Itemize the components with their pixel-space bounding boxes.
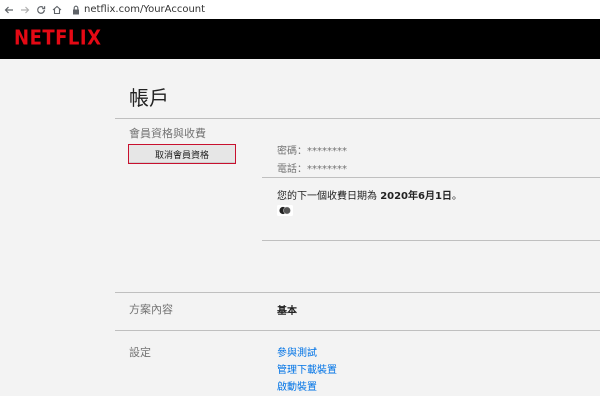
billing-prefix: 您的下一個收費日期為 bbox=[277, 191, 381, 202]
divider-card bbox=[262, 240, 600, 241]
divider-plan bbox=[115, 292, 600, 293]
site-header: NETFLIX bbox=[0, 19, 600, 59]
password-line: 密碼：******** bbox=[277, 146, 347, 157]
membership-section-label: 會員資格與收費 bbox=[129, 127, 206, 140]
address-bar[interactable]: netflix.com/YourAccount bbox=[72, 2, 205, 17]
plan-section-label: 方案內容 bbox=[129, 303, 173, 316]
cancel-membership-button[interactable]: 取消會員資格 bbox=[128, 144, 236, 164]
back-icon[interactable] bbox=[2, 3, 16, 17]
mastercard-icon bbox=[277, 205, 293, 216]
reload-icon[interactable] bbox=[34, 3, 48, 17]
netflix-logo[interactable]: NETFLIX bbox=[14, 26, 101, 50]
phone-line: 電話：******** bbox=[277, 164, 347, 175]
url-text: netflix.com/YourAccount bbox=[84, 4, 206, 15]
plan-value: 基本 bbox=[277, 306, 297, 317]
home-icon[interactable] bbox=[50, 3, 64, 17]
billing-date: 2020年6月1日 bbox=[380, 191, 452, 202]
next-billing-text: 您的下一個收費日期為 2020年6月1日。 bbox=[277, 187, 462, 202]
billing-suffix: 。 bbox=[451, 191, 462, 202]
settings-section-label: 設定 bbox=[129, 346, 151, 359]
lock-icon bbox=[72, 5, 80, 15]
browser-toolbar: netflix.com/YourAccount bbox=[0, 0, 600, 20]
manage-download-devices-link[interactable]: 管理下載裝置 bbox=[277, 361, 337, 376]
divider-settings bbox=[115, 330, 600, 331]
test-participation-link[interactable]: 參與測試 bbox=[277, 344, 317, 359]
page-title: 帳戶 bbox=[129, 86, 169, 110]
divider-billing bbox=[262, 177, 600, 178]
divider-top bbox=[115, 118, 600, 119]
forward-icon[interactable] bbox=[18, 3, 32, 17]
activate-device-link[interactable]: 啟動裝置 bbox=[277, 378, 317, 393]
